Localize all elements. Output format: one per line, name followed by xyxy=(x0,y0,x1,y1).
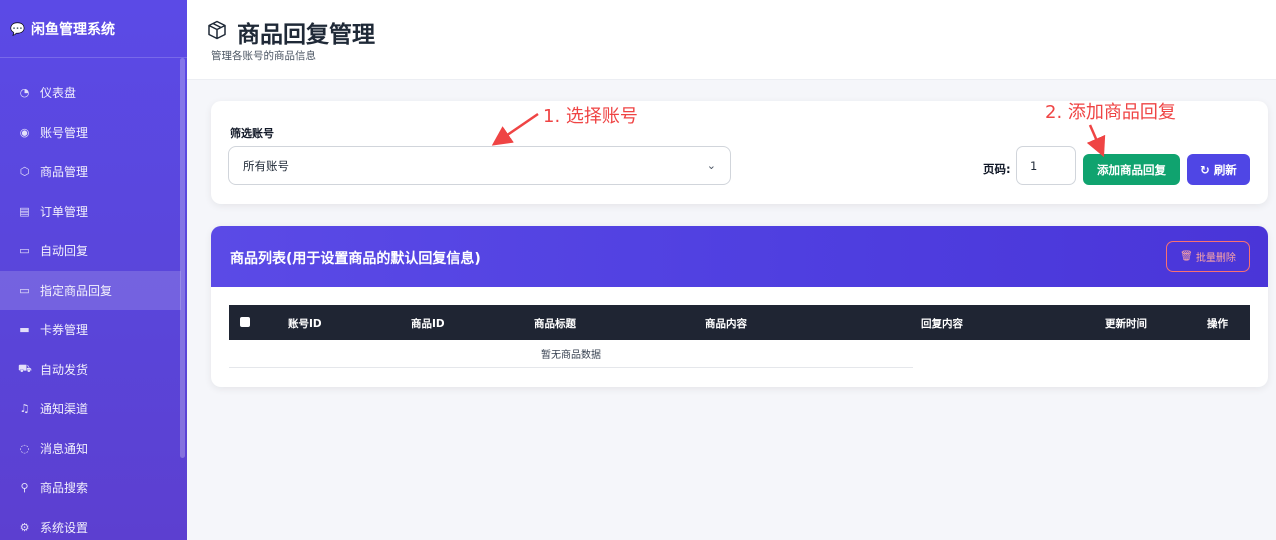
select-all-checkbox[interactable] xyxy=(240,317,250,327)
column-updated-time[interactable]: 更新时间 xyxy=(1105,316,1147,331)
column-reply-content[interactable]: 回复内容 xyxy=(921,316,963,331)
annotation-step1: 1. 选择账号 xyxy=(543,106,638,127)
annotation-step2: 2. 添加商品回复 xyxy=(1045,102,1176,123)
empty-state: 暂无商品数据 xyxy=(229,340,913,368)
table-header: 账号ID 商品ID 商品标题 商品内容 回复内容 更新时间 操作 xyxy=(229,305,1250,340)
batch-delete-button[interactable]: 🗑 批量删除 xyxy=(1166,241,1250,272)
column-actions: 操作 xyxy=(1207,318,1228,330)
batch-delete-label: 批量删除 xyxy=(1195,253,1236,264)
column-item-title[interactable]: 商品标题 xyxy=(534,316,576,331)
product-list-card: 商品列表(用于设置商品的默认回复信息) 🗑 批量删除 账号ID 商品ID 商品标… xyxy=(211,226,1268,387)
product-list-title: 商品列表(用于设置商品的默认回复信息) xyxy=(230,251,481,267)
column-item-id[interactable]: 商品ID xyxy=(411,316,445,331)
arrow-to-add-button xyxy=(1086,124,1106,158)
trash-icon: 🗑 xyxy=(1180,251,1193,262)
product-list-header: 商品列表(用于设置商品的默认回复信息) 🗑 批量删除 xyxy=(211,226,1268,287)
column-account-id[interactable]: 账号ID xyxy=(288,316,322,331)
arrow-to-select xyxy=(491,112,539,146)
column-item-content[interactable]: 商品内容 xyxy=(705,316,747,331)
